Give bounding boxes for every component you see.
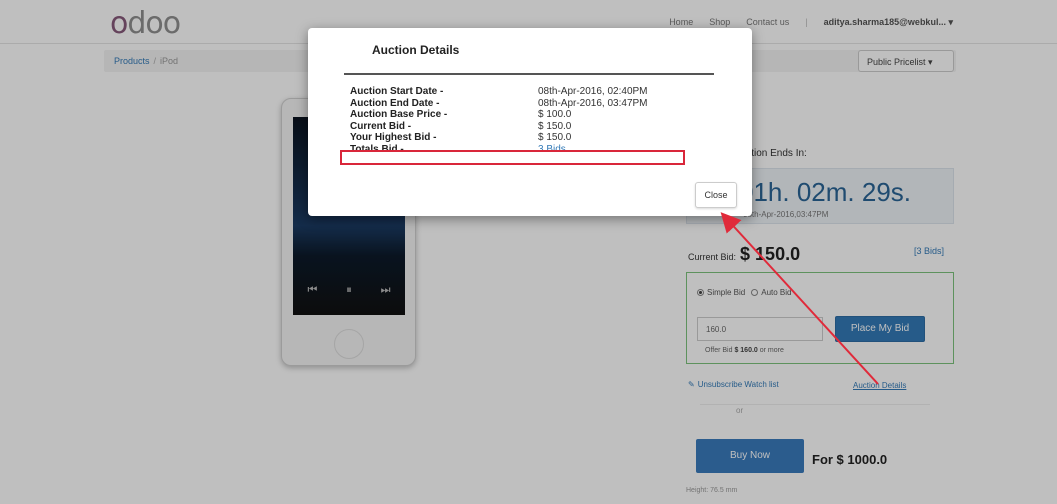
- modal-divider: [344, 73, 714, 75]
- detail-row-start-date: Auction Start Date -08th-Apr-2016, 02:40…: [350, 86, 648, 97]
- detail-row-end-date: Auction End Date -08th-Apr-2016, 03:47PM: [350, 97, 648, 109]
- modal-title: Auction Details: [372, 43, 460, 57]
- close-button[interactable]: Close: [695, 182, 737, 208]
- highest-bid-highlight: [340, 150, 685, 165]
- auction-details-modal: Auction Details Auction Start Date -08th…: [308, 28, 752, 216]
- detail-row-base-price: Auction Base Price - $ 100.0: [350, 109, 572, 120]
- detail-row-current-bid: Current Bid - $ 150.0: [350, 120, 572, 132]
- detail-row-highest-bid: Your Highest Bid - $ 150.0: [350, 132, 572, 143]
- auction-details-list: Auction Start Date -08th-Apr-2016, 02:40…: [350, 86, 648, 155]
